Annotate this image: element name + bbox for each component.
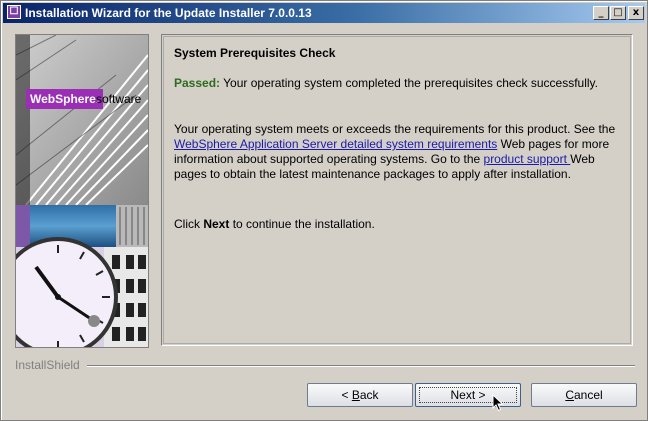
system-requirements-link[interactable]: WebSphere Application Server detailed sy… — [174, 137, 497, 151]
continue-text-a: Click — [174, 217, 204, 231]
passed-label: Passed: — [174, 76, 221, 90]
mouse-pointer-icon — [492, 394, 504, 412]
websphere-banner-image: WebSphere. software — [15, 34, 149, 348]
cancel-mnemonic: C — [565, 388, 574, 402]
installer-window: ☐ Installation Wizard for the Update Ins… — [0, 0, 648, 421]
cancel-rest: ancel — [573, 388, 603, 402]
requirements-text-a: Your operating system meets or exceeds t… — [174, 122, 616, 136]
content-inner: System Prerequisites Check Passed: Your … — [163, 36, 631, 344]
banner-illustration — [16, 35, 148, 347]
passed-message: Passed: Your operating system completed … — [174, 76, 624, 91]
minimize-icon: _ — [598, 7, 604, 18]
title-bar[interactable]: ☐ Installation Wizard for the Update Ins… — [3, 3, 645, 23]
product-support-link[interactable]: product support — [484, 152, 571, 166]
back-mnemonic: B — [351, 388, 360, 402]
continue-next-word: Next — [203, 217, 230, 231]
requirements-message: Your operating system meets or exceeds t… — [174, 122, 624, 182]
minimize-button[interactable]: _ — [593, 6, 609, 20]
websphere-logo-suffix: software — [96, 92, 142, 106]
continue-instruction: Click Next to continue the installation. — [174, 217, 624, 232]
window-title: Installation Wizard for the Update Insta… — [25, 6, 312, 20]
websphere-logo: WebSphere. — [26, 89, 104, 109]
maximize-button[interactable]: □ — [610, 6, 626, 20]
back-rest: ack — [359, 388, 379, 402]
app-icon: ☐ — [7, 5, 21, 19]
cancel-button[interactable]: Cancel — [531, 383, 637, 407]
back-label: < Back — [341, 384, 378, 406]
page-title: System Prerequisites Check — [174, 46, 336, 60]
installshield-label: InstallShield — [15, 358, 84, 372]
close-icon: x — [632, 7, 640, 18]
close-button[interactable]: x — [628, 6, 644, 20]
back-button[interactable]: < Back — [307, 383, 413, 407]
footer-divider — [87, 365, 635, 367]
next-button[interactable]: Next > — [415, 383, 521, 407]
passed-text: Your operating system completed the prer… — [220, 76, 599, 90]
back-prefix: < — [341, 388, 352, 402]
content-panel: System Prerequisites Check Passed: Your … — [161, 34, 633, 346]
maximize-icon: □ — [613, 7, 623, 18]
cancel-label: Cancel — [565, 384, 602, 406]
continue-text-b: to continue the installation. — [229, 217, 375, 231]
